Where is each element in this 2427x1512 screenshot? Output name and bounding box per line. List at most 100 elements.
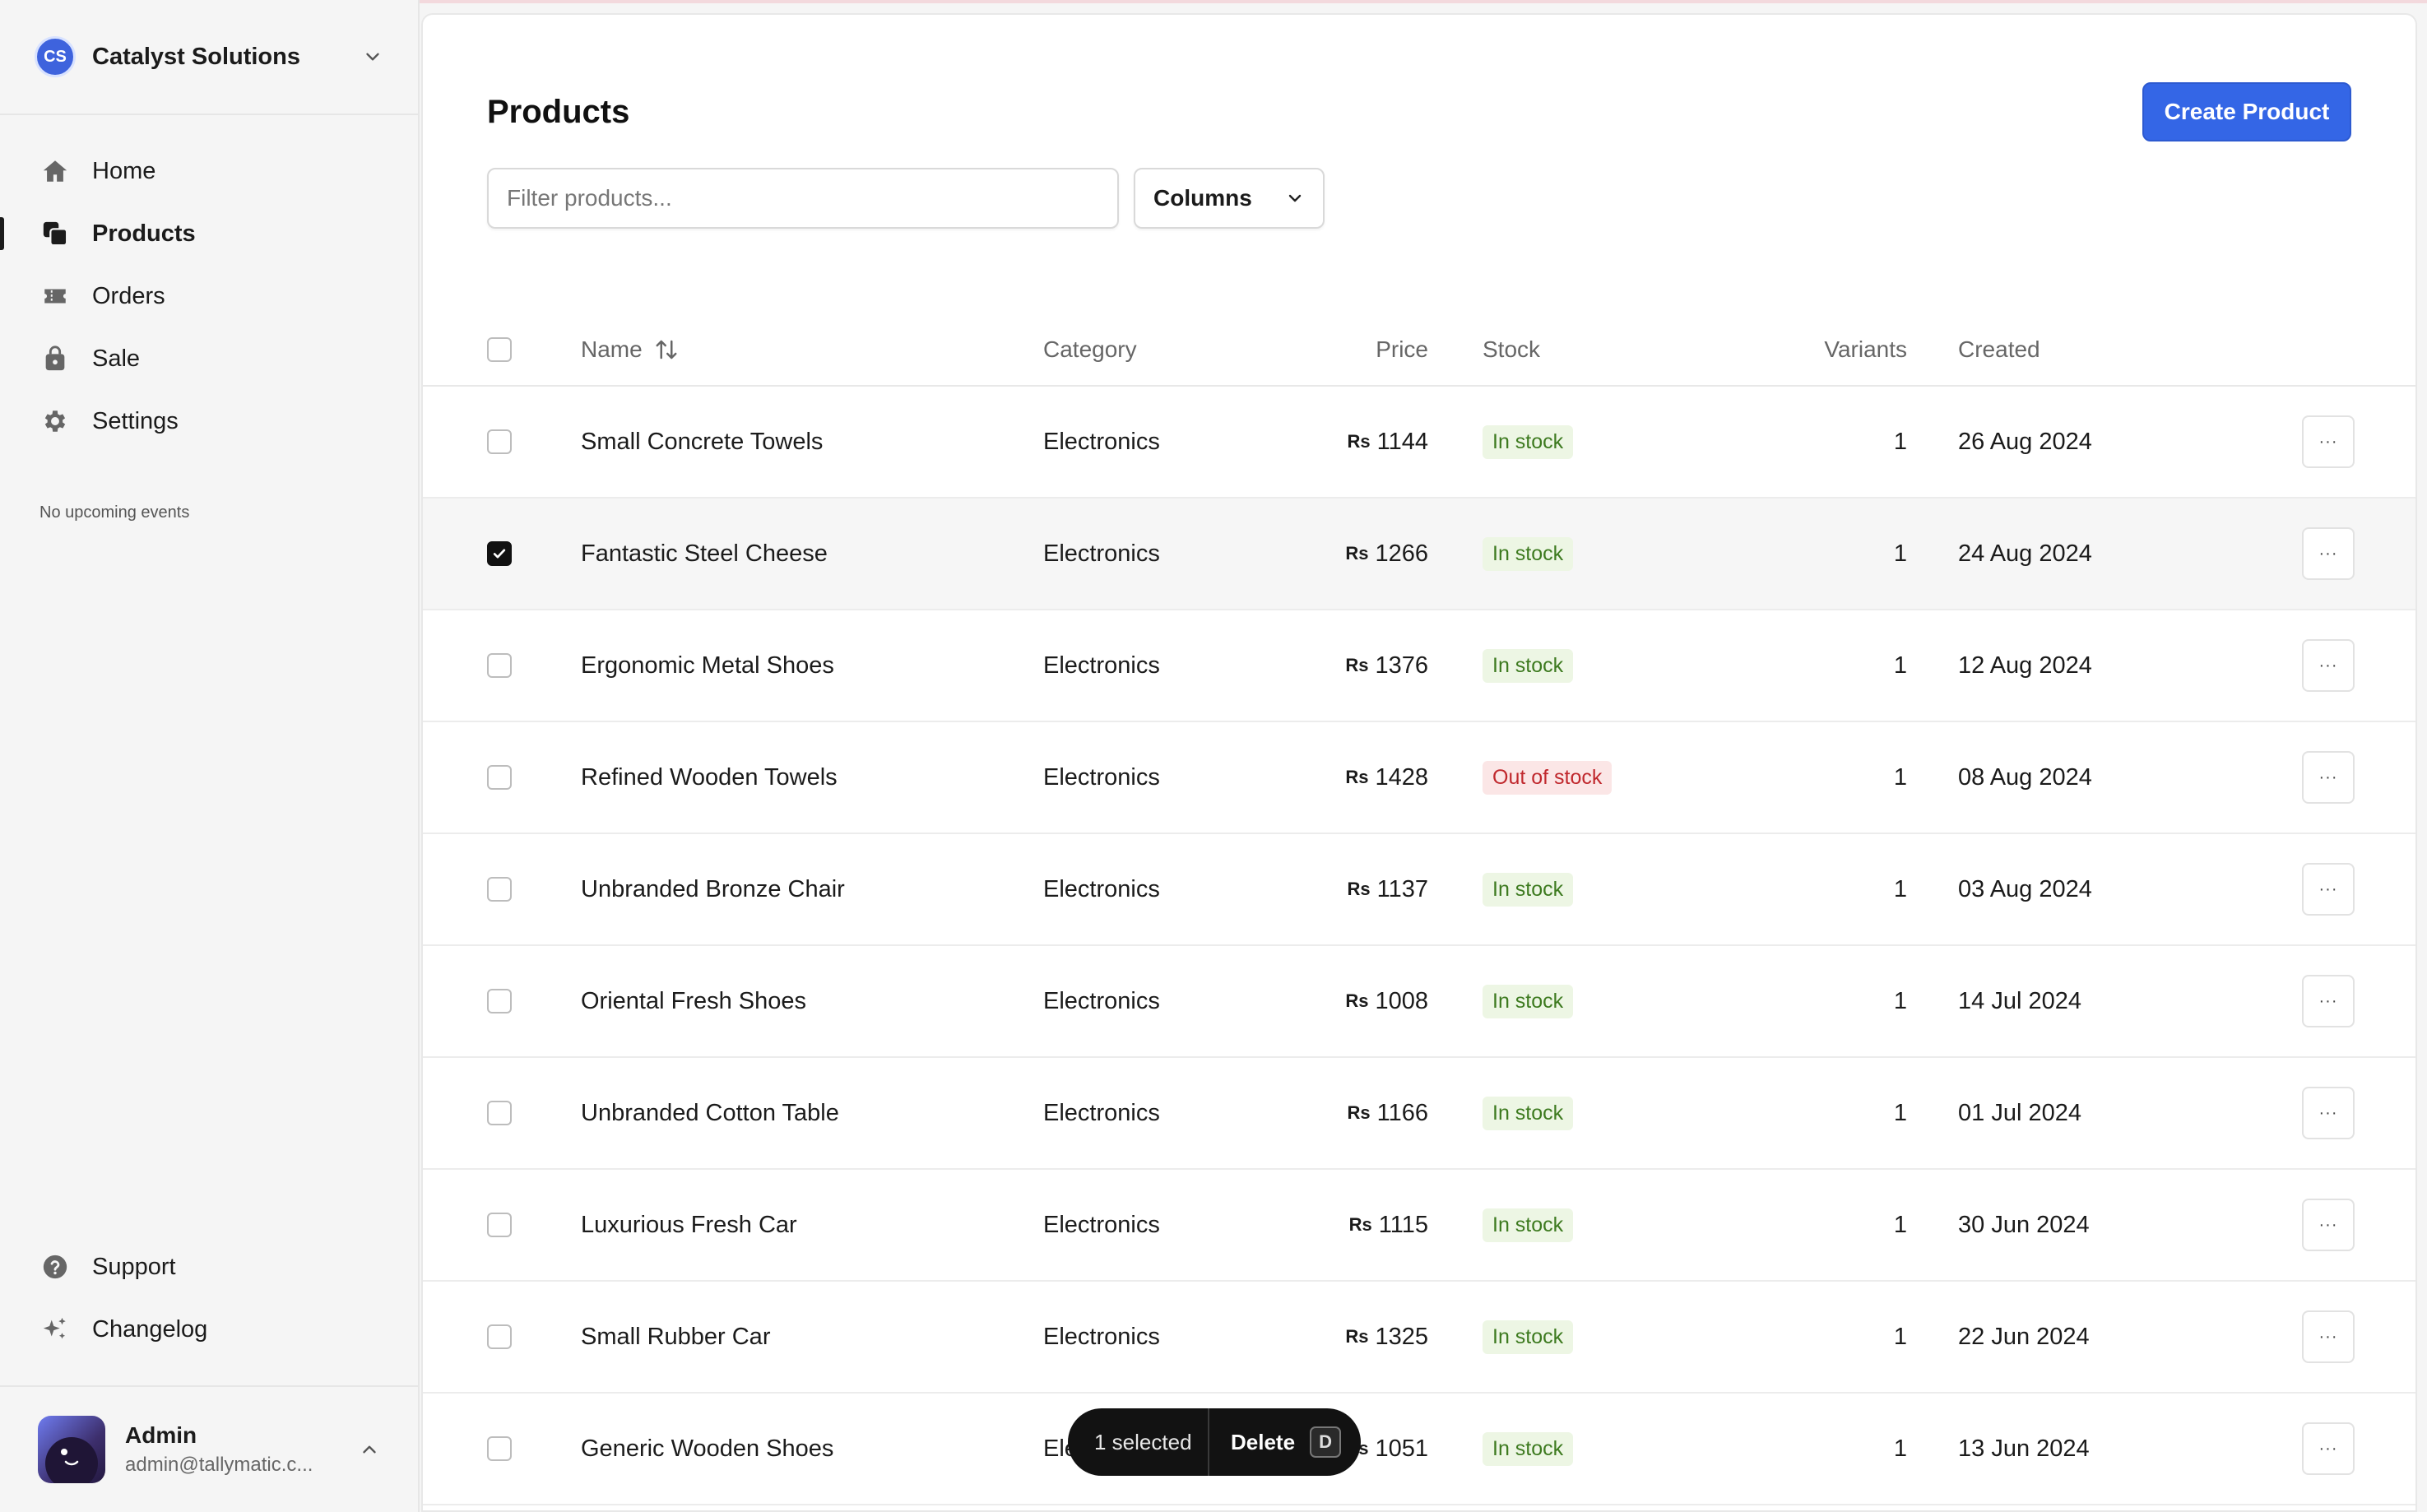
row-checkbox[interactable] (487, 989, 512, 1013)
currency-symbol: Rs (1345, 990, 1369, 1011)
nav-item-products[interactable]: Products (0, 202, 418, 265)
product-name[interactable]: Small Rubber Car (581, 1282, 770, 1392)
row-select-cell (487, 946, 515, 1056)
stock-cell: In stock (1483, 946, 1574, 1056)
product-variants: 1 (1893, 1323, 1907, 1350)
stock-cell: In stock (1483, 387, 1574, 497)
price-value: 1376 (1375, 652, 1428, 679)
check-icon (493, 549, 506, 559)
table-row[interactable]: Oriental Fresh Shoes Electronics Rs 1008… (423, 946, 2415, 1058)
product-created-date: 30 Jun 2024 (1958, 1211, 2090, 1238)
table-row[interactable]: Ergonomic Metal Shoes Electronics Rs 137… (423, 610, 2415, 722)
product-variants: 1 (1893, 540, 1907, 567)
product-name[interactable]: Refined Wooden Towels (581, 722, 838, 833)
product-category: Electronics (1043, 763, 1160, 791)
row-actions-button[interactable]: ··· (2302, 751, 2355, 804)
row-checkbox[interactable] (487, 1101, 512, 1125)
currency-symbol: Rs (1345, 1326, 1369, 1347)
table-body: Small Concrete Towels Electronics Rs 114… (423, 387, 2415, 1505)
select-all-checkbox[interactable] (487, 337, 512, 362)
user-menu[interactable]: Admin admin@tallymatic.c... (0, 1385, 418, 1512)
row-actions-button[interactable]: ··· (2302, 863, 2355, 916)
table-row[interactable]: Small Concrete Towels Electronics Rs 114… (423, 387, 2415, 499)
keyboard-shortcut-badge: D (1310, 1426, 1342, 1458)
product-price: Rs 1428 (1345, 722, 1428, 833)
table-row[interactable]: Luxurious Fresh Car Electronics Rs 1115 … (423, 1170, 2415, 1282)
product-name[interactable]: Ergonomic Metal Shoes (581, 610, 834, 721)
table-row[interactable]: Unbranded Bronze Chair Electronics Rs 11… (423, 834, 2415, 946)
product-name[interactable]: Luxurious Fresh Car (581, 1170, 797, 1280)
row-checkbox[interactable] (487, 653, 512, 678)
row-actions-cell: ··· (2302, 387, 2355, 497)
price-value: 1144 (1376, 428, 1428, 455)
product-name[interactable]: Unbranded Bronze Chair (581, 834, 845, 944)
sort-icon[interactable] (654, 337, 679, 362)
row-actions-button[interactable]: ··· (2302, 1310, 2355, 1363)
column-header-name[interactable]: Name (581, 313, 679, 387)
product-name[interactable]: Small Concrete Towels (581, 387, 823, 497)
nav-item-home[interactable]: Home (0, 140, 418, 202)
currency-symbol: Rs (1345, 767, 1369, 787)
currency-symbol: Rs (1345, 655, 1369, 675)
row-actions-cell: ··· (2302, 499, 2355, 609)
product-name[interactable]: Unbranded Cotton Table (581, 1058, 839, 1168)
row-actions-button[interactable]: ··· (2302, 639, 2355, 692)
row-actions-cell: ··· (2302, 1282, 2355, 1392)
nav-item-changelog[interactable]: Changelog (0, 1298, 418, 1361)
row-checkbox[interactable] (487, 1436, 512, 1461)
stock-cell: In stock (1483, 1058, 1574, 1168)
row-select-cell (487, 610, 515, 721)
row-actions-button[interactable]: ··· (2302, 1422, 2355, 1475)
status-badge: In stock (1483, 648, 1574, 683)
nav-item-settings[interactable]: Settings (0, 390, 418, 452)
stock-cell: In stock (1483, 499, 1574, 609)
table-row[interactable]: Generic Wooden Shoes Electronics Rs 1051… (423, 1394, 2415, 1505)
product-name[interactable]: Generic Wooden Shoes (581, 1394, 833, 1504)
product-variants: 1 (1893, 1099, 1907, 1126)
row-actions-button[interactable]: ··· (2302, 1087, 2355, 1139)
row-checkbox[interactable] (487, 429, 512, 454)
main-nav: Home Products Orders Sale Settings (0, 140, 418, 452)
row-actions-button[interactable]: ··· (2302, 975, 2355, 1027)
row-checkbox[interactable] (487, 765, 512, 790)
product-variants: 1 (1893, 1435, 1907, 1462)
product-category: Electronics (1043, 652, 1160, 679)
product-name[interactable]: Fantastic Steel Cheese (581, 499, 828, 609)
nav-item-orders[interactable]: Orders (0, 265, 418, 327)
row-actions-button[interactable]: ··· (2302, 527, 2355, 580)
org-switcher[interactable]: CS Catalyst Solutions (0, 0, 418, 115)
nav-item-label: Home (92, 157, 156, 184)
row-checkbox[interactable] (487, 877, 512, 902)
nav-item-support[interactable]: Support (0, 1236, 418, 1298)
price-value: 1008 (1375, 987, 1428, 1014)
create-product-button[interactable]: Create Product (2142, 82, 2351, 141)
chevron-down-icon (1288, 194, 1302, 202)
status-badge: In stock (1483, 1208, 1574, 1242)
table-row[interactable]: Refined Wooden Towels Electronics Rs 142… (423, 722, 2415, 834)
status-badge: In stock (1483, 424, 1574, 459)
price-value: 1166 (1376, 1099, 1428, 1126)
row-actions-button[interactable]: ··· (2302, 1199, 2355, 1251)
product-category: Electronics (1043, 875, 1160, 902)
help-icon (39, 1251, 71, 1282)
nav-item-sale[interactable]: Sale (0, 327, 418, 390)
column-header-price: Price (1376, 336, 1428, 362)
table-row[interactable]: Small Rubber Car Electronics Rs 1325 In … (423, 1282, 2415, 1394)
filter-products-input[interactable] (487, 168, 1119, 229)
table-row[interactable]: Unbranded Cotton Table Electronics Rs 11… (423, 1058, 2415, 1170)
row-checkbox[interactable] (487, 1213, 512, 1237)
product-variants: 1 (1893, 428, 1907, 455)
selected-count: 1 selected (1094, 1429, 1192, 1454)
columns-dropdown-button[interactable]: Columns (1134, 168, 1325, 229)
product-name[interactable]: Oriental Fresh Shoes (581, 946, 806, 1056)
secondary-nav: Support Changelog (0, 1236, 418, 1361)
table-row[interactable]: Fantastic Steel Cheese Electronics Rs 12… (423, 499, 2415, 610)
row-checkbox[interactable] (487, 1324, 512, 1349)
nav-item-label: Changelog (92, 1315, 208, 1343)
product-category: Electronics (1043, 1099, 1160, 1126)
row-actions-button[interactable]: ··· (2302, 415, 2355, 468)
delete-selected-button[interactable]: Delete D (1209, 1426, 1342, 1458)
row-checkbox-checked[interactable] (487, 541, 512, 566)
avatar-character-icon (45, 1437, 98, 1483)
row-select-cell (487, 1394, 515, 1504)
